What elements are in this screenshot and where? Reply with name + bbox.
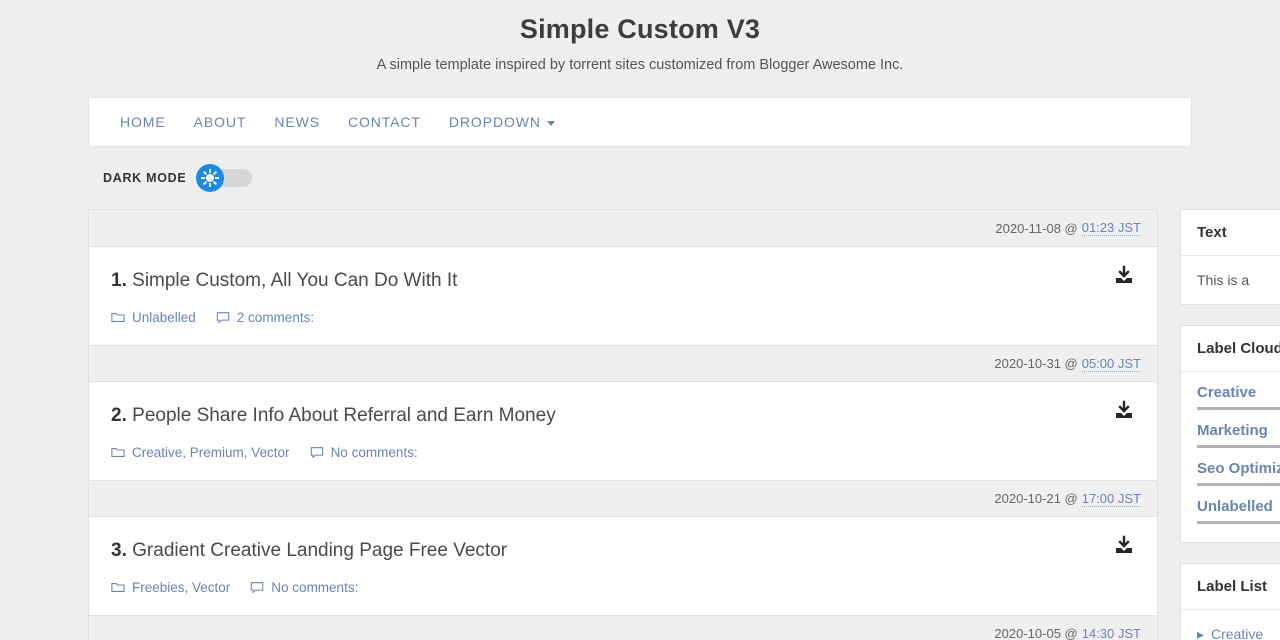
post-date-bar: 2020-11-08 @ 01:23 JST: [89, 210, 1157, 247]
folder-icon: [111, 313, 125, 322]
post-date: 2020-10-31 @: [994, 356, 1078, 371]
post-meta: Unlabelled 2 comments:: [111, 310, 1137, 325]
post-time-link[interactable]: 05:00 JST: [1081, 356, 1141, 372]
nav-item-about[interactable]: ABOUT: [180, 114, 261, 130]
widget-label-cloud: Label Cloud Creative Marketing Seo Optim…: [1180, 325, 1280, 543]
post-date-bar: 2020-10-05 @ 14:30 JST: [89, 615, 1157, 640]
post-title-text: Simple Custom, All You Can Do With It: [132, 270, 458, 291]
main-column: 2020-11-08 @ 01:23 JST 1. Simple Custom,…: [88, 209, 1158, 640]
widget-title: Text: [1181, 210, 1280, 256]
widget-text: Text This is a: [1180, 209, 1280, 305]
post-item: 2. People Share Info About Referral and …: [89, 382, 1157, 480]
label-cloud-item[interactable]: Seo Optimization: [1197, 460, 1280, 486]
toggle-knob[interactable]: [196, 164, 225, 192]
nav-item-home[interactable]: HOME: [106, 114, 180, 130]
post-meta: Freebies, Vector No comments:: [111, 580, 1137, 595]
widget-title: Label List: [1181, 564, 1280, 610]
label-cloud-body: Creative Marketing Seo Optimization Unla…: [1181, 372, 1280, 542]
post-labels-text: Freebies, Vector: [132, 580, 231, 595]
nav-item-label: CONTACT: [347, 114, 421, 130]
chevron-down-icon: [546, 120, 555, 126]
nav-item-label: ABOUT: [193, 114, 247, 130]
site-description: A simple template inspired by torrent si…: [376, 57, 904, 73]
post-list: 2020-11-08 @ 01:23 JST 1. Simple Custom,…: [88, 209, 1158, 640]
post-date-bar: 2020-10-21 @ 17:00 JST: [89, 480, 1157, 517]
label-cloud-item[interactable]: Marketing: [1197, 422, 1280, 448]
nav-item-contact[interactable]: CONTACT: [334, 114, 435, 130]
post-comments-text: No comments:: [330, 445, 418, 460]
widget-title: Label Cloud: [1181, 326, 1280, 372]
post-labels[interactable]: Unlabelled: [111, 310, 196, 325]
post-labels-text: Creative, Premium, Vector: [132, 445, 290, 460]
post-date: 2020-10-21 @: [994, 491, 1078, 506]
post-comments[interactable]: No comments:: [250, 580, 358, 595]
post-time-link[interactable]: 01:23 JST: [1081, 220, 1141, 236]
nav-item-dropdown[interactable]: DROPDOWN: [435, 114, 569, 130]
post-comments-text: No comments:: [271, 580, 359, 595]
folder-icon: [111, 448, 125, 457]
nav-item-label: NEWS: [274, 114, 320, 130]
post-labels[interactable]: Creative, Premium, Vector: [111, 445, 290, 460]
post-meta: Creative, Premium, Vector No comments:: [111, 445, 1137, 460]
sidebar: Text This is a Label Cloud Creative Mark…: [1180, 209, 1280, 640]
comment-icon: [251, 582, 264, 594]
nav-item-label: HOME: [120, 114, 166, 130]
comment-icon: [310, 447, 323, 459]
comment-icon: [216, 312, 230, 324]
label-list-body: Creative: [1181, 610, 1280, 640]
list-item[interactable]: Creative: [1197, 622, 1280, 640]
dark-mode-toggle[interactable]: [196, 164, 253, 192]
sun-icon: [201, 169, 220, 187]
download-icon[interactable]: [1113, 535, 1135, 562]
widget-text-body: This is a: [1197, 272, 1250, 288]
post-date: 2020-11-08 @: [995, 220, 1078, 236]
post-title[interactable]: 2. People Share Info About Referral and …: [111, 404, 1137, 428]
page-title: Simple Custom V3: [519, 14, 761, 44]
post-title[interactable]: 3. Gradient Creative Landing Page Free V…: [111, 539, 1137, 563]
post-date-bar: 2020-10-31 @ 05:00 JST: [89, 345, 1157, 382]
post-number: 2.: [111, 405, 127, 426]
download-icon[interactable]: [1113, 265, 1135, 292]
post-title-text: People Share Info About Referral and Ear…: [132, 405, 556, 426]
site-header: Simple Custom V3 A simple template inspi…: [0, 0, 1280, 75]
dark-mode-label: DARK MODE: [103, 171, 187, 185]
post-number: 1.: [111, 270, 127, 291]
dark-mode-row: DARK MODE: [88, 164, 1192, 192]
post-item: 1. Simple Custom, All You Can Do With It…: [89, 247, 1157, 345]
post-item: 3. Gradient Creative Landing Page Free V…: [89, 517, 1157, 615]
post-comments[interactable]: 2 comments:: [216, 310, 314, 325]
nav-item-news[interactable]: NEWS: [260, 114, 334, 130]
label-cloud-item[interactable]: Creative: [1197, 384, 1280, 410]
label-cloud-item[interactable]: Unlabelled: [1197, 498, 1280, 524]
content-layout: 2020-11-08 @ 01:23 JST 1. Simple Custom,…: [88, 209, 1280, 640]
post-number: 3.: [111, 540, 127, 561]
nav-item-label: DROPDOWN: [448, 114, 541, 130]
post-time-link[interactable]: 17:00 JST: [1081, 491, 1141, 507]
post-comments-text: 2 comments:: [236, 310, 315, 325]
post-title-text: Gradient Creative Landing Page Free Vect…: [132, 540, 508, 561]
main-navigation: HOME ABOUT NEWS CONTACT DROPDOWN: [88, 97, 1192, 147]
post-title[interactable]: 1. Simple Custom, All You Can Do With It: [111, 269, 1137, 293]
post-labels[interactable]: Freebies, Vector: [111, 580, 230, 595]
folder-icon: [111, 583, 125, 592]
post-labels-text: Unlabelled: [132, 310, 196, 325]
widget-label-list: Label List Creative: [1180, 563, 1280, 640]
download-icon[interactable]: [1113, 400, 1135, 427]
post-date: 2020-10-05 @: [994, 626, 1078, 640]
post-time-link[interactable]: 14:30 JST: [1082, 626, 1141, 640]
post-comments[interactable]: No comments:: [310, 445, 418, 460]
